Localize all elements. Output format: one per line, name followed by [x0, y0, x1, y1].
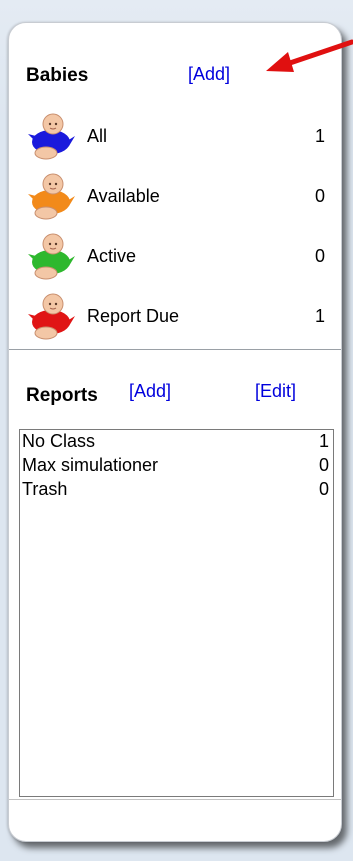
list-item[interactable]: No Class 1: [20, 430, 333, 454]
reports-listbox[interactable]: No Class 1 Max simulationer 0 Trash 0: [19, 429, 334, 797]
list-item[interactable]: Max simulationer 0: [20, 454, 333, 478]
baby-red-icon: [28, 293, 75, 340]
list-item-count: 0: [318, 479, 329, 499]
section-divider: [9, 349, 341, 350]
babies-heading: Babies: [26, 65, 89, 86]
list-item-count: 0: [318, 455, 329, 475]
baby-green-icon: [28, 233, 75, 280]
baby-filter-label: Active: [87, 246, 137, 266]
baby-filter-label: Report Due: [87, 306, 180, 326]
red-arrow-icon: [266, 39, 353, 72]
panel-footer-divider: [9, 799, 341, 800]
list-item-name: No Class: [22, 431, 96, 451]
reports-edit-link[interactable]: [Edit]: [255, 381, 296, 402]
sidebar-panel: Babies [Add] All 1 Available 0 Active 0 …: [8, 22, 342, 842]
baby-filter-available[interactable]: Available 0: [21, 169, 329, 221]
reports-heading: Reports: [26, 385, 98, 406]
baby-filter-count: 0: [314, 186, 325, 206]
baby-orange-icon: [28, 173, 75, 220]
baby-filter-label: All: [87, 126, 108, 146]
baby-filter-label: Available: [87, 186, 160, 206]
reports-add-link[interactable]: [Add]: [129, 381, 171, 402]
list-item[interactable]: Trash 0: [20, 478, 333, 502]
baby-filter-count: 1: [314, 306, 325, 326]
list-item-count: 1: [318, 431, 329, 451]
baby-filter-report-due[interactable]: Report Due 1: [21, 289, 329, 341]
baby-filter-count: 1: [314, 126, 325, 146]
baby-filter-active[interactable]: Active 0: [21, 229, 329, 281]
baby-filter-all[interactable]: All 1: [21, 109, 329, 161]
list-item-name: Trash: [22, 479, 68, 499]
baby-filter-count: 0: [314, 246, 325, 266]
baby-blue-icon: [28, 113, 75, 160]
babies-add-link[interactable]: [Add]: [188, 64, 230, 85]
list-item-name: Max simulationer: [22, 455, 159, 475]
